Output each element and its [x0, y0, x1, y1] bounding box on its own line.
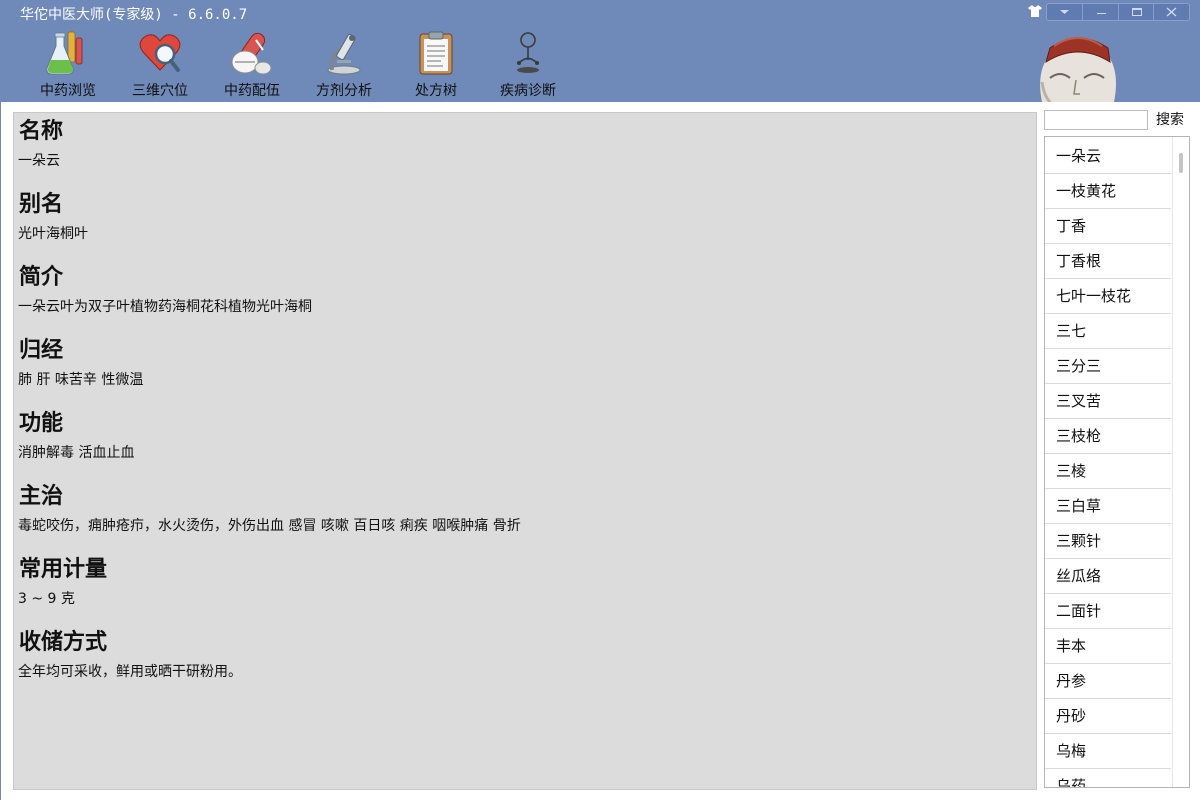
section-indication-value: 毒蛇咬伤，痈肿疮疖，水火烫伤，外伤出血 感冒 咳嗽 百日咳 痢疾 咽喉肿痛 骨折 [18, 518, 521, 534]
clipboard-icon [419, 31, 453, 75]
list-item[interactable]: 丁香根 [1045, 244, 1171, 279]
list-item[interactable]: 三颗针 [1045, 524, 1171, 559]
search-button[interactable]: 搜索 [1156, 110, 1184, 130]
toolbar-disease-diagnosis[interactable]: 疾病诊断 [482, 28, 574, 100]
maximize-icon[interactable] [1119, 4, 1154, 20]
list-item[interactable]: 七叶一枝花 [1045, 279, 1171, 314]
list-item[interactable]: 丰本 [1045, 629, 1171, 664]
toolbar-prescription-tree[interactable]: 处方树 [390, 28, 482, 100]
section-intro-value: 一朵云叶为双子叶植物药海桐花科植物光叶海桐 [18, 299, 312, 315]
list-item[interactable]: 丝瓜络 [1045, 559, 1171, 594]
stethoscope-icon [517, 32, 539, 73]
toolbar-label: 疾病诊断 [500, 83, 556, 99]
toolbar-formula-analysis[interactable]: 方剂分析 [298, 28, 390, 100]
list-item[interactable]: 一朵云 [1045, 139, 1171, 174]
herb-detail-panel: 名称 一朵云 别名 光叶海桐叶 简介 一朵云叶为双子叶植物药海桐花科植物光叶海桐… [13, 112, 1037, 790]
toolbar-3d-acupoints[interactable]: 三维穴位 [114, 28, 206, 100]
shirt-icon[interactable] [1028, 5, 1042, 17]
window-controls [1046, 3, 1190, 21]
list-item[interactable]: 乌药 [1045, 769, 1171, 787]
section-storage-value: 全年均可采收，鲜用或晒干研粉用。 [18, 664, 242, 680]
search-input[interactable] [1044, 110, 1148, 130]
list-item[interactable]: 三叉苦 [1045, 384, 1171, 419]
section-dosage-value: 3 ~ 9 克 [18, 591, 75, 607]
list-item[interactable]: 三棱 [1045, 454, 1171, 489]
microscope-icon [327, 33, 361, 75]
main-panel: 名称 一朵云 别名 光叶海桐叶 简介 一朵云叶为双子叶植物药海桐花科植物光叶海桐… [0, 102, 1200, 800]
herb-list[interactable]: 一朵云 一枝黄花 丁香 丁香根 七叶一枝花 三七 三分三 三叉苦 三枝枪 三棱 … [1044, 136, 1190, 788]
toolbar-label: 方剂分析 [316, 83, 372, 99]
section-storage-heading: 收储方式 [19, 629, 108, 655]
pills-icon [231, 32, 272, 75]
toolbar-herb-compat[interactable]: 中药配伍 [206, 28, 298, 100]
toolbar-label: 处方树 [415, 83, 457, 99]
list-item[interactable]: 丁香 [1045, 209, 1171, 244]
close-icon[interactable] [1154, 4, 1189, 20]
settings-icon[interactable] [1047, 4, 1083, 20]
list-item[interactable]: 乌梅 [1045, 734, 1171, 769]
section-function-value: 消肿解毒 活血止血 [18, 445, 135, 461]
section-name-heading: 名称 [19, 118, 64, 144]
flask-icon [46, 31, 83, 75]
section-intro-heading: 简介 [19, 264, 64, 290]
scrollbar-thumb[interactable] [1179, 153, 1183, 173]
list-item[interactable]: 丹砂 [1045, 699, 1171, 734]
section-name-value: 一朵云 [18, 153, 60, 169]
window-title: 华佗中医大师(专家级) - 6.6.0.7 [20, 7, 248, 23]
list-item[interactable]: 一枝黄花 [1045, 174, 1171, 209]
list-item[interactable]: 丹参 [1045, 664, 1171, 699]
list-item[interactable]: 三七 [1045, 314, 1171, 349]
toolbar-label: 中药浏览 [40, 83, 96, 99]
doctor-portrait-icon [1040, 37, 1116, 102]
toolbar-herb-browse[interactable]: 中药浏览 [22, 28, 114, 100]
section-meridian-value: 肺 肝 味苦辛 性微温 [18, 372, 144, 388]
toolbar-label: 三维穴位 [132, 83, 188, 99]
list-item[interactable]: 三枝枪 [1045, 419, 1171, 454]
section-dosage-heading: 常用计量 [19, 556, 108, 582]
list-scrollbar[interactable] [1172, 137, 1189, 787]
list-item[interactable]: 三分三 [1045, 349, 1171, 384]
minimize-icon[interactable] [1083, 4, 1119, 20]
list-item[interactable]: 二面针 [1045, 594, 1171, 629]
section-alias-value: 光叶海桐叶 [18, 226, 88, 242]
section-indication-heading: 主治 [19, 483, 64, 509]
section-meridian-heading: 归经 [19, 337, 64, 363]
main-toolbar: 中药浏览 三维穴位 中药配伍 方剂分析 处方树 疾病诊断 [22, 28, 574, 102]
heart-magnifier-icon [139, 34, 181, 72]
toolbar-label: 中药配伍 [224, 83, 280, 99]
section-alias-heading: 别名 [19, 191, 64, 217]
section-function-heading: 功能 [19, 410, 64, 436]
list-item[interactable]: 三白草 [1045, 489, 1171, 524]
